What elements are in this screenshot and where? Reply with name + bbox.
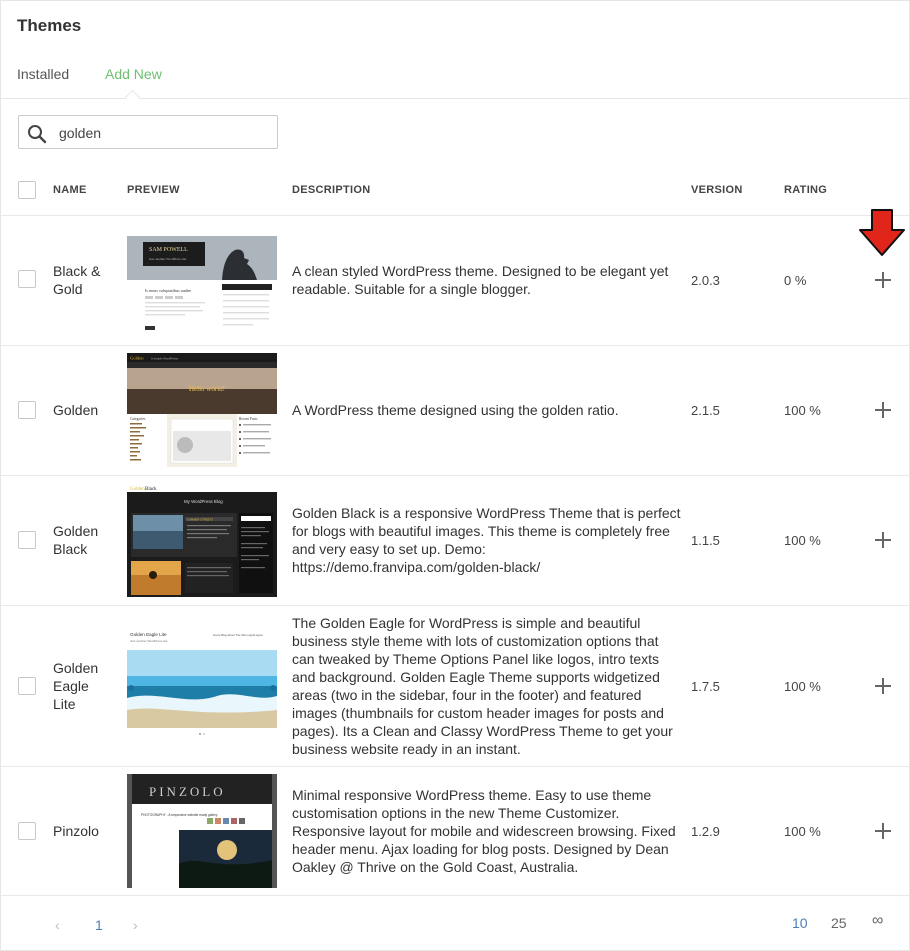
- column-header-preview: PREVIEW: [127, 184, 180, 196]
- preview-blog-title: My WordPress Blog: [184, 499, 223, 504]
- preview-heading: Is meus voluptatibus audire: [145, 288, 191, 293]
- theme-description: Minimal responsive WordPress theme. Easy…: [292, 787, 676, 875]
- themes-panel: Themes Installed Add New NAME PREVIEW DE…: [0, 0, 910, 951]
- tab-installed[interactable]: Installed: [17, 66, 69, 82]
- theme-version: 1.2.9: [691, 824, 720, 839]
- column-header-name[interactable]: NAME: [53, 184, 87, 196]
- theme-version: 2.0.3: [691, 273, 720, 288]
- per-page-10[interactable]: 10: [792, 915, 808, 931]
- theme-preview[interactable]: SAM POWELL Just another WordPress site I…: [127, 230, 277, 340]
- row-checkbox[interactable]: [18, 401, 36, 419]
- preview-header-sub: Just another WordPress site: [149, 257, 187, 261]
- row-checkbox[interactable]: [18, 270, 36, 288]
- theme-description: A clean styled WordPress theme. Designed…: [292, 263, 669, 297]
- theme-description: A WordPress theme designed using the gol…: [292, 402, 619, 418]
- theme-name: Golden Eagle Lite: [53, 660, 99, 712]
- theme-rating: 0 %: [784, 273, 807, 288]
- active-tab-indicator: [124, 89, 141, 106]
- theme-name: Golden: [53, 402, 99, 418]
- table-row: Golden Golden A simple WordPress Hello w…: [1, 346, 909, 475]
- theme-rating: 100 %: [784, 533, 821, 548]
- row-checkbox[interactable]: [18, 677, 36, 695]
- table-row: Golden Eagle Lite Golden Eagle Lite Just…: [1, 606, 909, 766]
- theme-version: 1.1.5: [691, 533, 720, 548]
- row-checkbox[interactable]: [18, 822, 36, 840]
- theme-name: Golden Black: [53, 523, 99, 557]
- theme-version: 1.7.5: [691, 679, 720, 694]
- preview-badge: SUMMER STREETS: [187, 517, 213, 521]
- install-plus-icon[interactable]: [874, 401, 892, 419]
- install-plus-icon[interactable]: [874, 531, 892, 549]
- page-title: Themes: [17, 16, 82, 35]
- row-checkbox[interactable]: [18, 531, 36, 549]
- table-row: Golden Black Golden Black My WordPress B…: [1, 476, 909, 605]
- preview-brand: Golden Eagle Lite: [130, 632, 167, 637]
- search-icon: [28, 125, 47, 144]
- preview-brand: PINZOLO: [149, 784, 226, 799]
- theme-rating: 100 %: [784, 403, 821, 418]
- tab-add-new[interactable]: Add New: [105, 66, 162, 82]
- column-header-description: DESCRIPTION: [292, 184, 371, 196]
- preview-tagline: A simple WordPress: [151, 357, 178, 361]
- table-row: Pinzolo PINZOLO PHOTOGRAPHY - A responsi…: [1, 767, 909, 895]
- theme-preview[interactable]: PINZOLO PHOTOGRAPHY - A responsive websi…: [127, 774, 277, 888]
- preview-brand-2: Black: [145, 487, 157, 492]
- theme-preview[interactable]: Golden Black My WordPress Blog SUMMER ST…: [127, 483, 277, 597]
- search-input[interactable]: [57, 122, 271, 144]
- preview-menu: Home Blog About The Site Login/Logout: [213, 633, 263, 637]
- preview-hero: Hello world!: [189, 385, 225, 393]
- annotation-arrow-icon: [859, 209, 905, 256]
- theme-preview[interactable]: Golden Eagle Lite Just another WordPress…: [127, 626, 277, 744]
- table-row: Black & Gold SAM POWELL Just another Wor…: [1, 216, 909, 345]
- search-box: [18, 115, 278, 149]
- theme-version: 2.1.5: [691, 403, 720, 418]
- theme-rating: 100 %: [784, 679, 821, 694]
- preview-brand: Golden: [130, 356, 144, 361]
- pagination-page[interactable]: 1: [95, 917, 103, 933]
- pagination-prev[interactable]: ‹: [55, 917, 60, 933]
- theme-name: Pinzolo: [53, 823, 99, 839]
- per-page-25[interactable]: 25: [831, 915, 847, 931]
- theme-name: Black & Gold: [53, 263, 101, 297]
- theme-description: The Golden Eagle for WordPress is simple…: [292, 615, 673, 757]
- theme-rating: 100 %: [784, 824, 821, 839]
- select-all-checkbox[interactable]: [18, 181, 36, 199]
- column-header-rating[interactable]: RATING: [784, 184, 827, 196]
- preview-tagline: Just another WordPress site: [130, 639, 168, 643]
- preview-post: PHOTOGRAPHY - A responsive website ready…: [141, 813, 218, 817]
- install-plus-icon[interactable]: [874, 677, 892, 695]
- theme-preview[interactable]: Golden A simple WordPress Hello world! C…: [127, 353, 277, 467]
- install-plus-icon[interactable]: [874, 271, 892, 289]
- column-header-version[interactable]: VERSION: [691, 184, 743, 196]
- preview-header-name: SAM POWELL: [149, 247, 188, 253]
- preview-side-title: Categories: [130, 417, 146, 421]
- preview-brand: Golden: [130, 487, 145, 492]
- per-page-all[interactable]: ∞: [872, 912, 883, 930]
- theme-description: Golden Black is a responsive WordPress T…: [292, 505, 681, 575]
- install-plus-icon[interactable]: [874, 822, 892, 840]
- row-divider: [1, 895, 909, 896]
- pagination-next[interactable]: ›: [133, 917, 138, 933]
- preview-recent: Recent Posts: [239, 417, 258, 421]
